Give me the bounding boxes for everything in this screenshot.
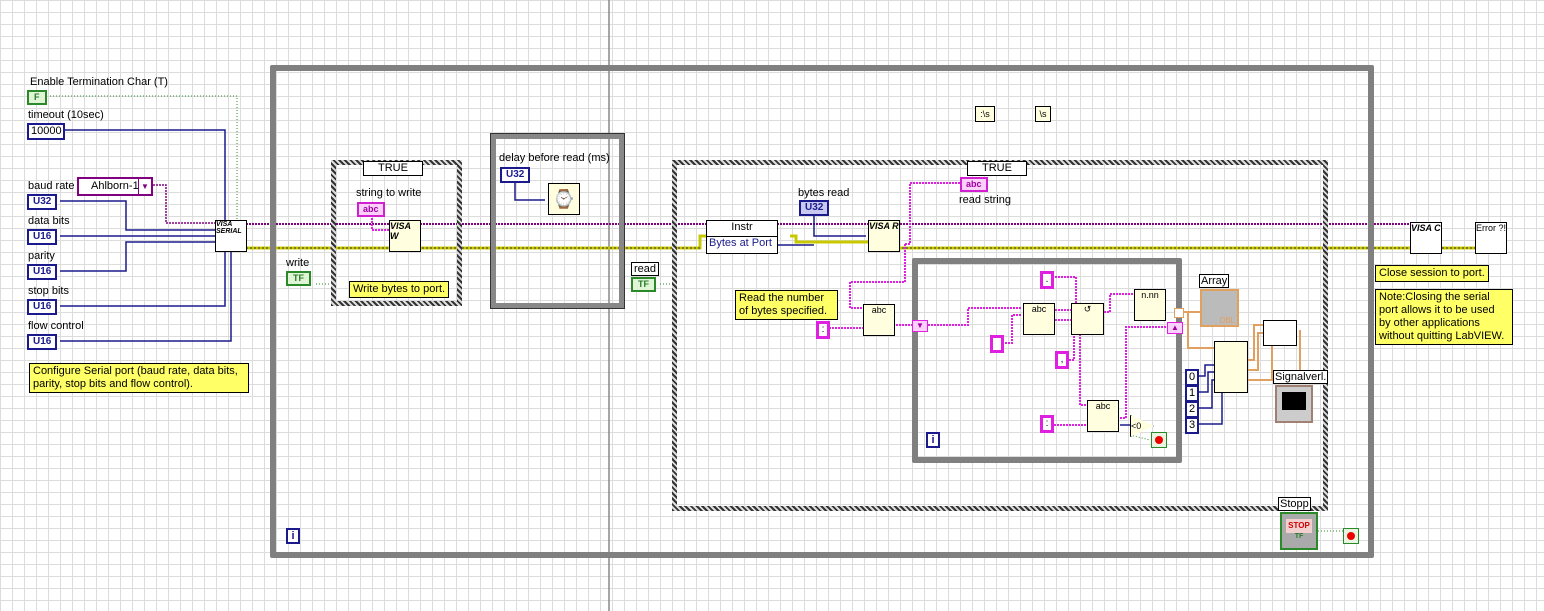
indexing-tunnel	[1174, 308, 1184, 318]
colon-constant[interactable]: :	[816, 321, 830, 339]
parity-label: parity	[28, 250, 55, 262]
read-string-indicator: abc	[960, 177, 988, 192]
timeout-label: timeout (10sec)	[28, 109, 104, 121]
enable-term-label: Enable Termination Char (T)	[30, 76, 168, 88]
colon-constant-2[interactable]: :	[1040, 415, 1054, 433]
bytes-at-port-property-node[interactable]: Instr Bytes at Port	[706, 220, 778, 254]
read-string-label: read string	[959, 194, 1011, 206]
property-class: Instr	[707, 221, 777, 237]
index-constant-1[interactable]: 1	[1185, 385, 1200, 402]
index-array-node[interactable]	[1214, 341, 1248, 393]
string-constant-2[interactable]: \s	[1035, 106, 1051, 122]
index-constant-0[interactable]: 0	[1185, 369, 1200, 386]
string-to-write-label: string to write	[356, 187, 422, 199]
property-name[interactable]: Bytes at Port	[707, 237, 777, 249]
string-to-write-control[interactable]: abc	[357, 202, 385, 217]
match-pattern-node-3[interactable]: abc	[1087, 400, 1119, 432]
inner-loop-stop-terminal	[1151, 432, 1167, 448]
delay-control[interactable]: U32	[500, 167, 531, 183]
visa-resource-control[interactable]: Ahlborn-1 ▼	[77, 177, 153, 196]
close-note: Close session to port.	[1375, 265, 1489, 282]
flow-control-control[interactable]: U16	[27, 334, 58, 350]
write-boolean-control[interactable]: TF	[286, 271, 311, 286]
read-note: Read the number of bytes specified.	[735, 290, 838, 320]
stop-bits-label: stop bits	[28, 285, 69, 297]
write-label: write	[286, 257, 310, 269]
stop-tf: TF	[1294, 533, 1304, 540]
simple-error-handler-node[interactable]: Error ?!	[1475, 222, 1507, 254]
array-indicator: DBL	[1200, 289, 1239, 327]
configure-note: Configure Serial port (baud rate, data b…	[29, 363, 249, 393]
visa-read-node[interactable]: VISA R	[868, 220, 900, 252]
bytes-read-indicator: U32	[799, 200, 830, 216]
empty-string-constant[interactable]	[990, 335, 1004, 353]
read-label: read	[631, 262, 660, 276]
baud-rate-label: baud rate	[28, 180, 75, 192]
visa-write-node[interactable]: VISA W	[389, 220, 421, 252]
index-constant-2[interactable]: 2	[1185, 401, 1200, 418]
inner-loop-iteration-terminal: i	[926, 432, 940, 448]
write-note: Write bytes to port.	[349, 281, 450, 298]
enable-term-constant[interactable]: F	[27, 90, 47, 105]
visa-configure-serial-node[interactable]: VISA SERIAL	[215, 220, 247, 252]
array-type: DBL	[1219, 316, 1235, 325]
stop-button-control[interactable]: STOP TF	[1280, 512, 1318, 550]
closing-note: Note:Closing the serial port allows it t…	[1375, 289, 1513, 345]
parity-control[interactable]: U16	[27, 264, 58, 280]
stop-label: Stopp	[1278, 497, 1311, 511]
frac-string-to-number-node[interactable]: n.nn	[1134, 289, 1166, 321]
index-constant-3[interactable]: 3	[1185, 417, 1200, 434]
wait-ms-icon[interactable]: ⌚	[548, 183, 580, 215]
graph-label: Signalverl.	[1273, 370, 1329, 384]
match-pattern-node-1[interactable]: abc	[863, 304, 895, 336]
write-case-selector[interactable]: TRUE	[363, 161, 423, 176]
dropdown-arrow-icon[interactable]: ▼	[138, 179, 151, 194]
comma-constant[interactable]: ,	[1055, 351, 1069, 369]
timeout-constant[interactable]: 10000	[27, 123, 65, 140]
resource-value: Ahlborn-1	[91, 180, 139, 192]
baud-rate-control[interactable]: U32	[27, 194, 58, 210]
bundle-node[interactable]	[1263, 320, 1297, 346]
read-case-selector[interactable]: TRUE	[967, 161, 1027, 176]
flow-control-label: flow control	[28, 320, 84, 332]
stop-text: STOP	[1286, 519, 1312, 533]
bytes-read-label: bytes read	[798, 187, 850, 199]
string-constant-1[interactable]: :\s	[975, 106, 995, 122]
stop-bits-control[interactable]: U16	[27, 299, 58, 315]
data-bits-label: data bits	[28, 215, 70, 227]
visa-close-node[interactable]: VISA C	[1410, 222, 1442, 254]
waveform-chart-indicator	[1275, 385, 1313, 423]
main-loop-stop-terminal	[1343, 528, 1359, 544]
array-label: Array	[1199, 274, 1230, 288]
dot-constant[interactable]: .	[1040, 271, 1054, 289]
shift-register-right: ▲	[1167, 322, 1183, 334]
data-bits-control[interactable]: U16	[27, 229, 58, 245]
main-loop-iteration-terminal: i	[286, 528, 300, 544]
delay-label: delay before read (ms)	[499, 152, 610, 164]
match-pattern-node-2[interactable]: abc	[1023, 303, 1055, 335]
search-replace-node[interactable]: ↺	[1071, 303, 1104, 335]
shift-register-left: ▼	[912, 320, 928, 332]
read-boolean-control[interactable]: TF	[631, 277, 656, 292]
